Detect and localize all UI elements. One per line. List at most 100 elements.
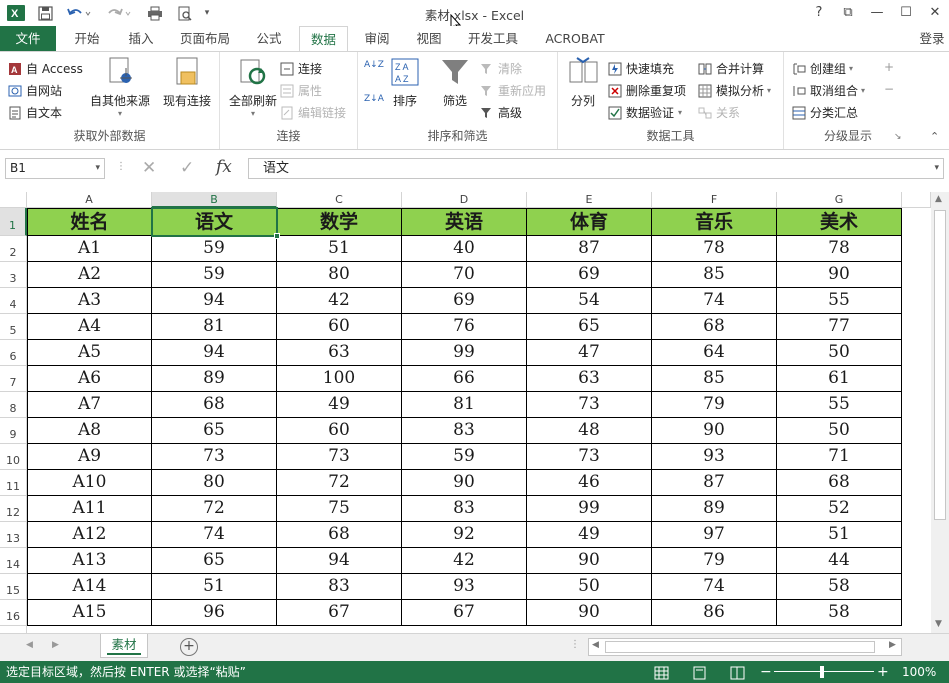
table-cell[interactable]: 83 (402, 496, 527, 522)
from-access-button[interactable]: A 自 Access (8, 60, 83, 77)
group-button[interactable]: 创建组 ▾ (792, 60, 853, 77)
table-cell[interactable]: 67 (402, 600, 527, 626)
row-header[interactable]: 5 (0, 314, 27, 340)
table-cell[interactable]: 96 (152, 600, 277, 626)
normal-view-icon[interactable] (654, 665, 669, 683)
table-cell[interactable]: 75 (277, 496, 402, 522)
table-cell[interactable]: 69 (527, 262, 652, 288)
remove-duplicates-button[interactable]: 删除重复项 (608, 82, 686, 99)
table-cell[interactable]: A1 (27, 236, 152, 262)
cancel-icon[interactable]: ✕ (142, 158, 156, 178)
column-header-b[interactable]: B (152, 192, 277, 208)
table-cell[interactable]: 60 (277, 418, 402, 444)
tab-developer[interactable]: 开发工具 (460, 26, 526, 51)
column-header-a[interactable]: A (27, 192, 152, 208)
column-header-f[interactable]: F (652, 192, 777, 208)
from-text-button[interactable]: 自文本 (8, 104, 62, 121)
enter-icon[interactable]: ✓ (180, 158, 194, 178)
table-cell[interactable]: 99 (527, 496, 652, 522)
tab-acrobat[interactable]: ACROBAT (538, 26, 612, 51)
tab-data[interactable]: 数据 (299, 26, 348, 52)
column-header-c[interactable]: C (277, 192, 402, 208)
text-to-columns-button[interactable]: 分列 (564, 56, 602, 109)
table-cell[interactable]: 50 (777, 418, 902, 444)
relationships-button[interactable]: 关系 (698, 104, 740, 121)
table-cell[interactable]: 47 (527, 340, 652, 366)
row-header[interactable]: 3 (0, 262, 27, 288)
table-cell[interactable]: 73 (527, 444, 652, 470)
table-cell[interactable]: 50 (527, 574, 652, 600)
table-cell[interactable]: 58 (777, 600, 902, 626)
table-cell[interactable]: 65 (152, 548, 277, 574)
table-cell[interactable]: 64 (652, 340, 777, 366)
table-cell[interactable]: 90 (527, 548, 652, 574)
hide-detail-icon[interactable]: − (884, 82, 894, 96)
table-cell[interactable]: 67 (277, 600, 402, 626)
table-cell[interactable]: 80 (152, 470, 277, 496)
table-cell[interactable]: 68 (277, 522, 402, 548)
advanced-filter-button[interactable]: 高级 (480, 104, 522, 121)
splitter-icon[interactable]: ⋮ (570, 639, 580, 650)
minimize-button[interactable]: — (866, 3, 888, 23)
table-cell[interactable]: 63 (527, 366, 652, 392)
tab-formulas[interactable]: 公式 (246, 26, 292, 51)
header-cell[interactable]: 语文 (152, 208, 277, 236)
row-header[interactable]: 7 (0, 366, 27, 392)
table-cell[interactable]: 70 (402, 262, 527, 288)
table-cell[interactable]: 71 (777, 444, 902, 470)
zoom-in-button[interactable]: + (877, 661, 889, 683)
prev-sheet-icon[interactable]: ◀ (26, 640, 33, 650)
data-validation-button[interactable]: 数据验证 ▾ (608, 104, 682, 121)
scroll-left-icon[interactable]: ◀ (592, 640, 599, 650)
zoom-slider[interactable] (774, 671, 874, 672)
table-cell[interactable]: 66 (402, 366, 527, 392)
zoom-level[interactable]: 100% (902, 661, 936, 683)
table-cell[interactable]: 59 (402, 444, 527, 470)
what-if-analysis-button[interactable]: 模拟分析 ▾ (698, 82, 771, 99)
table-cell[interactable]: 52 (777, 496, 902, 522)
table-cell[interactable]: 65 (527, 314, 652, 340)
table-cell[interactable]: 68 (777, 470, 902, 496)
table-cell[interactable]: 99 (402, 340, 527, 366)
name-box[interactable]: B1 ▾ (5, 158, 105, 179)
table-cell[interactable]: 54 (527, 288, 652, 314)
horizontal-scrollbar[interactable]: ◀ ▶ (588, 638, 902, 656)
flash-fill-button[interactable]: 快速填充 (608, 60, 674, 77)
table-cell[interactable]: A6 (27, 366, 152, 392)
table-cell[interactable]: 89 (152, 366, 277, 392)
row-header[interactable]: 4 (0, 288, 27, 314)
table-cell[interactable]: 93 (402, 574, 527, 600)
table-cell[interactable]: 78 (777, 236, 902, 262)
table-cell[interactable]: 73 (527, 392, 652, 418)
table-cell[interactable]: A4 (27, 314, 152, 340)
row-header[interactable]: 14 (0, 548, 27, 574)
expand-formula-icon[interactable]: ▾ (934, 159, 939, 178)
sheet-tab[interactable]: 素材 (100, 634, 148, 658)
table-cell[interactable]: 55 (777, 288, 902, 314)
table-cell[interactable]: 100 (277, 366, 402, 392)
worksheet-grid[interactable]: ABCDEFG 1 姓名 语文 数学 英语 体育 音乐 美术 2 A1 59 51 40 87 78 78 3 A… (0, 192, 931, 633)
existing-connections-button[interactable]: 现有连接 (158, 56, 216, 109)
table-cell[interactable]: 60 (277, 314, 402, 340)
subtotal-button[interactable]: 分类汇总 (792, 104, 858, 121)
tab-home[interactable]: 开始 (64, 26, 110, 51)
chevron-down-icon[interactable]: ▾ (95, 159, 100, 178)
table-cell[interactable]: 59 (152, 262, 277, 288)
header-cell[interactable]: 英语 (402, 208, 527, 236)
row-header[interactable]: 11 (0, 470, 27, 496)
table-cell[interactable]: 83 (402, 418, 527, 444)
sort-az-button[interactable]: A↓Z (364, 60, 384, 70)
table-cell[interactable]: A7 (27, 392, 152, 418)
table-cell[interactable]: 72 (277, 470, 402, 496)
table-cell[interactable]: 69 (402, 288, 527, 314)
table-cell[interactable]: 73 (277, 444, 402, 470)
page-layout-view-icon[interactable] (692, 665, 707, 683)
table-cell[interactable]: 94 (152, 288, 277, 314)
table-cell[interactable]: 61 (777, 366, 902, 392)
dialog-launcher-icon[interactable]: ↘ (894, 132, 902, 142)
table-cell[interactable]: 63 (277, 340, 402, 366)
row-header[interactable]: 2 (0, 236, 27, 262)
table-cell[interactable]: 65 (152, 418, 277, 444)
table-cell[interactable]: 46 (527, 470, 652, 496)
table-cell[interactable]: 74 (652, 288, 777, 314)
